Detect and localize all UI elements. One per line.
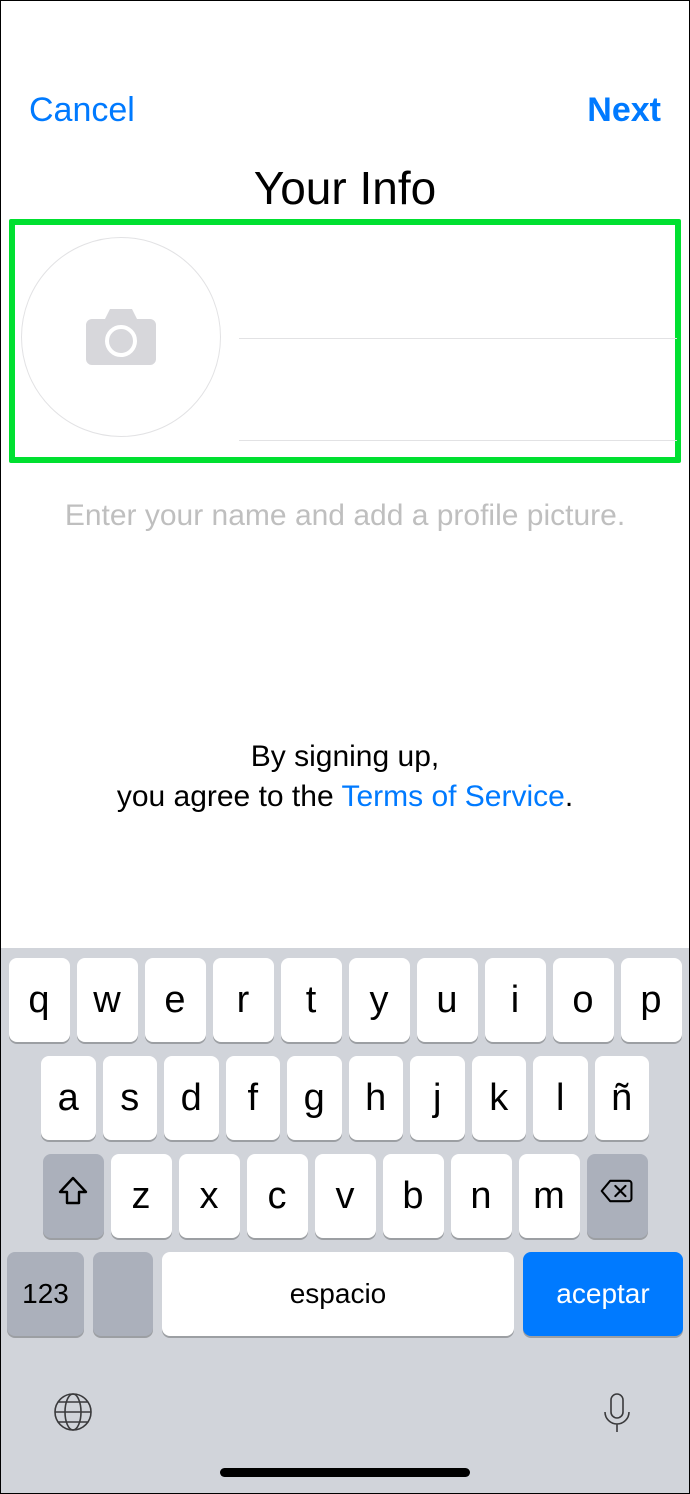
key-a[interactable]: a (41, 1056, 96, 1140)
numbers-key[interactable]: 123 (7, 1252, 84, 1336)
first-name-row (239, 237, 677, 339)
tos-suffix: . (565, 780, 573, 813)
key-g[interactable]: g (287, 1056, 342, 1140)
shift-icon (56, 1174, 90, 1218)
keyboard-row-3: zxcvbnm (7, 1154, 683, 1238)
hint-text: Enter your name and add a profile pictur… (1, 499, 689, 533)
keyboard-row-4: 123 espacio aceptar (7, 1252, 683, 1336)
last-name-input[interactable] (239, 369, 677, 410)
page-title: Your Info (1, 161, 689, 215)
key-w[interactable]: w (77, 958, 138, 1042)
key-h[interactable]: h (349, 1056, 404, 1140)
camera-icon (84, 307, 158, 367)
tos-line2-prefix: you agree to the (117, 780, 342, 813)
key-d[interactable]: d (164, 1056, 219, 1140)
key-e[interactable]: e (145, 958, 206, 1042)
key-y[interactable]: y (349, 958, 410, 1042)
cancel-button[interactable]: Cancel (29, 91, 135, 130)
last-name-row (239, 339, 677, 441)
key-i[interactable]: i (485, 958, 546, 1042)
key-u[interactable]: u (417, 958, 478, 1042)
accept-key[interactable]: aceptar (523, 1252, 683, 1336)
key-q[interactable]: q (9, 958, 70, 1042)
key-x[interactable]: x (179, 1154, 240, 1238)
key-ñ[interactable]: ñ (595, 1056, 650, 1140)
tos-link[interactable]: Terms of Service (341, 780, 564, 813)
key-n[interactable]: n (451, 1154, 512, 1238)
nav-bar: Cancel Next (1, 91, 689, 130)
key-o[interactable]: o (553, 958, 614, 1042)
key-r[interactable]: r (213, 958, 274, 1042)
add-photo-button[interactable] (21, 237, 221, 437)
keyboard-row-1: qwertyuiop (7, 958, 683, 1042)
keyboard-row-2: asdfghjklñ (7, 1056, 683, 1140)
key-s[interactable]: s (103, 1056, 158, 1140)
key-t[interactable]: t (281, 958, 342, 1042)
home-indicator (220, 1468, 470, 1477)
tos-line1: By signing up, (251, 740, 439, 773)
key-b[interactable]: b (383, 1154, 444, 1238)
tos-text: By signing up, you agree to the Terms of… (1, 737, 689, 817)
key-k[interactable]: k (472, 1056, 527, 1140)
key-l[interactable]: l (533, 1056, 588, 1140)
space-key[interactable]: espacio (162, 1252, 514, 1336)
next-button[interactable]: Next (587, 91, 661, 130)
name-fields (239, 237, 677, 441)
key-j[interactable]: j (410, 1056, 465, 1140)
mic-icon[interactable] (595, 1390, 639, 1439)
key-f[interactable]: f (226, 1056, 281, 1140)
emoji-key[interactable] (93, 1252, 153, 1336)
key-z[interactable]: z (111, 1154, 172, 1238)
keyboard: qwertyuiop asdfghjklñ zxcvbnm 123 espaci… (1, 948, 689, 1493)
first-name-input[interactable] (239, 267, 677, 308)
shift-key[interactable] (43, 1154, 104, 1238)
globe-icon[interactable] (51, 1390, 95, 1439)
backspace-icon (600, 1174, 634, 1218)
backspace-key[interactable] (587, 1154, 648, 1238)
key-m[interactable]: m (519, 1154, 580, 1238)
key-p[interactable]: p (621, 958, 682, 1042)
key-v[interactable]: v (315, 1154, 376, 1238)
key-c[interactable]: c (247, 1154, 308, 1238)
